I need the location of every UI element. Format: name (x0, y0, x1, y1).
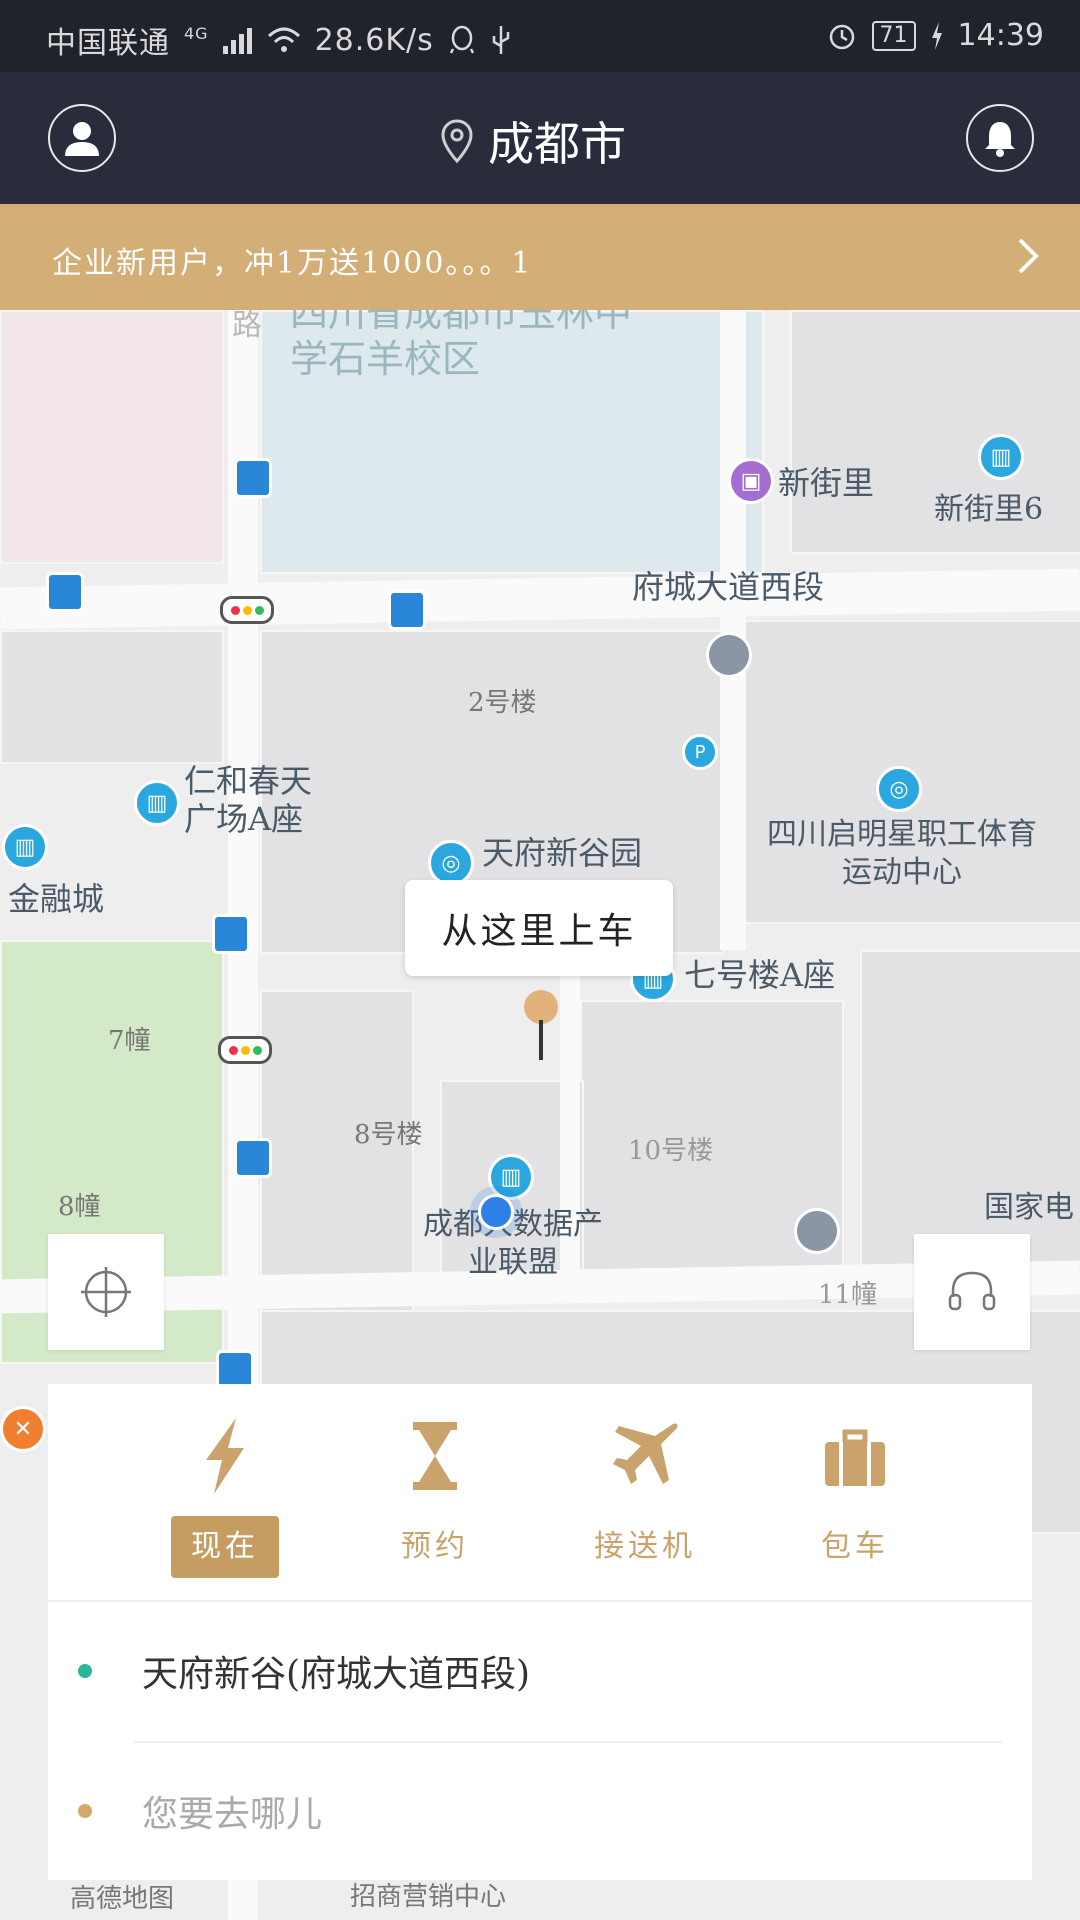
map-label-qihaolou: 七号楼A座 (684, 956, 836, 994)
exit-poi-icon (794, 1208, 840, 1254)
map-brand-label: 高德地图 (70, 1884, 175, 1914)
clock: 14:39 (957, 18, 1044, 53)
map-label-guojia: 国家电 (984, 1190, 1074, 1225)
net-speed: 28.6K/s (314, 22, 434, 58)
bus-stop-icon[interactable] (212, 914, 250, 954)
origin-text: 天府新谷(府城大道西段) (142, 1654, 531, 1695)
map-block (0, 310, 224, 564)
map-label-bottom-poi: 招商营销中心 (350, 1882, 507, 1912)
status-bar: 中国联通 4G 28.6K/s 71 14:39 (0, 0, 1080, 72)
signal-icon (222, 28, 252, 54)
person-icon (65, 122, 99, 156)
destination-dot-icon (78, 1804, 92, 1818)
map-label-tianfu-park: 天府新谷园 (482, 834, 643, 872)
map-label-11zhuang: 11幢 (818, 1280, 878, 1310)
map-label-school: 四川省成都市玉林中学石羊校区 (290, 310, 633, 381)
ride-mode-tabs: 现在 预约 接送机 包车 (48, 1384, 1032, 1600)
carrier-label: 中国联通 (46, 26, 170, 61)
headset-icon (948, 1271, 996, 1311)
map-label-qiming: 四川启明星职工体育运动中心 (767, 817, 1037, 890)
qq-icon (449, 25, 474, 54)
mode-label: 现在 (171, 1516, 279, 1578)
bus-stop-icon[interactable] (388, 590, 426, 630)
pickup-pin-icon (524, 990, 558, 1024)
building-poi-icon[interactable]: ▥ (978, 434, 1024, 480)
destination-input[interactable]: 您要去哪儿 (142, 1785, 322, 1837)
map-block (0, 630, 224, 764)
bell-icon (985, 122, 1015, 157)
city-name: 成都市 (488, 117, 626, 171)
location-pin-icon (441, 119, 473, 164)
mode-label: 预约 (401, 1529, 469, 1564)
map-label-xinjieli: 新街里 (778, 464, 875, 502)
map-label-fucheng-road: 府城大道西段 (632, 568, 825, 606)
map-label-renhe: 仁和春天广场A座 (184, 762, 313, 838)
status-left: 中国联通 4G 28.6K/s (46, 18, 512, 62)
mode-tab-charter[interactable]: 包车 (750, 1384, 960, 1600)
map-label-8haolou: 8号楼 (354, 1120, 423, 1150)
destination-row[interactable]: 您要去哪儿 (48, 1742, 1032, 1880)
chevron-right-icon (1018, 238, 1039, 274)
sports-poi-icon[interactable]: ◎ (876, 766, 922, 812)
booking-panel: 现在 预约 接送机 包车 天府新谷(府城大道西段) 您要去哪儿 (48, 1384, 1032, 1880)
map-road (720, 310, 746, 950)
city-selector[interactable]: 成都市 (440, 108, 626, 174)
map-label-jinrongcheng: 金融城 (8, 880, 105, 918)
map-label-road: 成汉中路 (232, 310, 262, 343)
wifi-icon (267, 27, 300, 52)
shop-poi-icon[interactable]: ▣ (728, 458, 774, 504)
map-label-8zhuang: 8幢 (58, 1192, 101, 1222)
alarm-icon (829, 24, 854, 49)
building-poi-icon[interactable]: ▥ (134, 780, 180, 826)
briefcase-icon (825, 1429, 885, 1486)
battery-level: 71 (871, 20, 916, 51)
mode-tab-airport[interactable]: 接送机 (540, 1384, 750, 1600)
map-label-building2: 2号楼 (468, 688, 537, 718)
origin-dot-icon (78, 1664, 92, 1678)
promo-banner[interactable]: 企业新用户，冲1万送1000。。。1 (0, 204, 1080, 310)
locate-button[interactable] (48, 1234, 164, 1350)
charging-icon (931, 21, 942, 50)
hourglass-icon (413, 1422, 457, 1490)
pickup-pin-stick (539, 1020, 543, 1060)
lightning-icon (206, 1418, 244, 1494)
map-label-xinjieli6: 新街里6 (934, 492, 1044, 527)
mode-tab-reserve[interactable]: 预约 (330, 1384, 540, 1600)
bus-stop-icon[interactable] (234, 1138, 272, 1178)
current-location-dot (478, 1194, 514, 1230)
traffic-light-icon (220, 596, 274, 624)
mode-label: 包车 (821, 1529, 889, 1564)
notification-button[interactable] (966, 104, 1034, 172)
traffic-light-icon (218, 1036, 272, 1064)
bus-stop-icon[interactable] (234, 458, 272, 498)
bus-stop-icon[interactable] (46, 572, 84, 612)
app-header: 成都市 (0, 72, 1080, 204)
usb-icon (492, 26, 510, 54)
status-right: 71 14:39 (826, 18, 1044, 53)
profile-button[interactable] (48, 104, 116, 172)
promo-text: 企业新用户，冲1万送1000。。。1 (52, 246, 533, 281)
origin-row[interactable]: 天府新谷(府城大道西段) (48, 1602, 1032, 1740)
map-label-10haolou: 10号楼 (628, 1136, 714, 1166)
pickup-tooltip[interactable]: 从这里上车 (405, 880, 673, 976)
exit-poi-icon (706, 632, 752, 678)
crosshair-icon (81, 1267, 131, 1317)
map-label-7zhuang: 7幢 (108, 1026, 151, 1056)
parking-icon[interactable]: P (682, 734, 718, 770)
restaurant-poi-icon[interactable]: ✕ (0, 1406, 46, 1452)
mode-label: 接送机 (594, 1529, 696, 1564)
customer-service-button[interactable] (914, 1234, 1030, 1350)
map-block (260, 990, 414, 1314)
mode-tab-now[interactable]: 现在 (120, 1384, 330, 1600)
network-label: 4G (184, 23, 209, 43)
building-poi-icon[interactable]: ▥ (2, 824, 48, 870)
airplane-icon (613, 1423, 678, 1484)
